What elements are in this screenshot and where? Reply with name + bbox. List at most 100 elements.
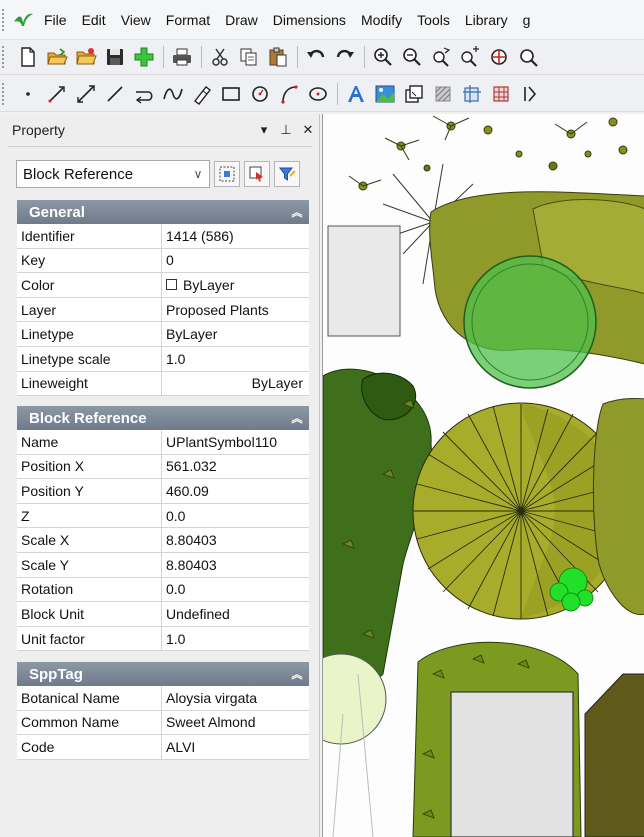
collapse-icon[interactable]: ︽ [285, 666, 309, 682]
cut-icon[interactable] [206, 43, 234, 71]
array-icon[interactable] [487, 80, 515, 108]
pick-object-icon [249, 166, 263, 182]
zoom-realtime-icon[interactable] [427, 43, 455, 71]
zoom-in-icon[interactable] [369, 43, 397, 71]
property-value[interactable]: 8.80403 [162, 528, 309, 552]
panel-dropdown-icon[interactable]: ▾ [253, 122, 275, 138]
open-folder-icon[interactable] [72, 43, 100, 71]
property-value[interactable]: 0.0 [162, 578, 309, 602]
property-value[interactable]: 1.0 [162, 627, 309, 651]
property-name: Position Y [17, 479, 162, 503]
redo-icon[interactable] [331, 43, 359, 71]
property-name: Identifier [17, 224, 162, 248]
undo-icon[interactable] [302, 43, 330, 71]
drawing-canvas[interactable] [322, 114, 644, 837]
menu-overflow[interactable]: g [523, 12, 531, 28]
open-icon[interactable] [43, 43, 71, 71]
app-logo-icon [14, 13, 33, 26]
hatch-icon[interactable] [429, 80, 457, 108]
color-value[interactable]: ByLayer [162, 273, 309, 297]
select-objects-button[interactable] [214, 161, 240, 187]
block-icon[interactable] [400, 80, 428, 108]
property-value[interactable]: 1414 (586) [162, 224, 309, 248]
property-value[interactable]: 8.80403 [162, 553, 309, 577]
trim-icon[interactable] [458, 80, 486, 108]
menu-library[interactable]: Library [465, 12, 508, 28]
property-row: Lineweight ByLayer [17, 371, 309, 397]
zoom-extents-icon[interactable] [485, 43, 513, 71]
block-reference-section-header[interactable]: Block Reference ︽ [17, 406, 309, 430]
property-name: Block Unit [17, 602, 162, 626]
line-icon[interactable] [101, 80, 129, 108]
pin-icon[interactable]: ⊥ [275, 122, 297, 138]
property-value[interactable]: 0.0 [162, 504, 309, 528]
property-value[interactable]: ALVI [162, 735, 309, 759]
print-icon[interactable] [168, 43, 196, 71]
chevron-down-icon: ∨ [193, 167, 203, 181]
collapse-icon[interactable]: ︽ [285, 410, 309, 426]
zoom-out-icon[interactable] [398, 43, 426, 71]
menu-draw[interactable]: Draw [225, 12, 258, 28]
save-icon[interactable] [101, 43, 129, 71]
property-name: Linetype [17, 322, 162, 346]
toolbar-grip[interactable] [2, 46, 10, 68]
quick-select-button[interactable] [274, 161, 300, 187]
text-icon[interactable] [342, 80, 370, 108]
property-value[interactable]: 1.0 [162, 347, 309, 371]
color-swatch [166, 279, 177, 291]
collapse-icon[interactable]: ︽ [285, 204, 309, 220]
menu-format[interactable]: Format [166, 12, 210, 28]
more-icon[interactable] [516, 80, 544, 108]
entity-type-value: Block Reference [23, 165, 134, 183]
new-icon[interactable] [14, 43, 42, 71]
property-value[interactable]: 460.09 [162, 479, 309, 503]
spptag-section-header[interactable]: SppTag ︽ [17, 662, 309, 686]
arc-icon[interactable] [275, 80, 303, 108]
standard-toolbar [0, 40, 644, 75]
block-reference-section: Block Reference ︽ Name UPlantSymbol110 Po… [17, 406, 309, 652]
copy-icon[interactable] [235, 43, 263, 71]
property-value[interactable]: ByLayer [162, 372, 309, 396]
menu-dimensions[interactable]: Dimensions [273, 12, 346, 28]
circle-icon[interactable] [246, 80, 274, 108]
property-row: Position Y 460.09 [17, 479, 309, 504]
zoom-window-icon[interactable] [456, 43, 484, 71]
paste-icon[interactable] [264, 43, 292, 71]
polyline-icon[interactable] [130, 80, 158, 108]
property-row: Identifier 1414 (586) [17, 224, 309, 249]
entity-type-select[interactable]: Block Reference ∨ [16, 160, 210, 188]
menu-tools[interactable]: Tools [417, 12, 450, 28]
property-value[interactable]: Proposed Plants [162, 298, 309, 322]
property-value[interactable]: 0 [162, 249, 309, 273]
spline-icon[interactable] [159, 80, 187, 108]
property-value[interactable]: Sweet Almond [162, 711, 309, 735]
point-icon[interactable] [14, 80, 42, 108]
menu-view[interactable]: View [121, 12, 151, 28]
property-name: Color [17, 273, 162, 297]
menu-edit[interactable]: Edit [82, 12, 106, 28]
zoom-previous-icon[interactable] [514, 43, 542, 71]
property-value[interactable]: Aloysia virgata [162, 686, 309, 710]
property-panel: Property ▾ ⊥ ✕ Block Reference ∨ General… [0, 114, 320, 837]
property-name: Unit factor [17, 626, 162, 651]
general-section-header[interactable]: General ︽ [17, 200, 309, 224]
menu-modify[interactable]: Modify [361, 12, 402, 28]
menu-file[interactable]: File [44, 12, 67, 28]
ellipse-icon[interactable] [188, 80, 216, 108]
menubar-grip[interactable] [2, 8, 12, 31]
add-icon[interactable] [130, 43, 158, 71]
ray-icon[interactable] [43, 80, 71, 108]
close-icon[interactable]: ✕ [297, 122, 319, 138]
ellipse-center-icon[interactable] [304, 80, 332, 108]
pick-object-button[interactable] [244, 161, 270, 187]
property-value[interactable]: ByLayer [162, 322, 309, 346]
property-name: Lineweight [17, 371, 162, 396]
property-value[interactable]: Undefined [162, 602, 309, 626]
property-value[interactable]: 561.032 [162, 455, 309, 479]
toolbar-grip[interactable] [2, 83, 10, 105]
rectangle-icon[interactable] [217, 80, 245, 108]
property-name: Rotation [17, 577, 162, 602]
property-value[interactable]: UPlantSymbol110 [162, 430, 309, 454]
construction-line-icon[interactable] [72, 80, 100, 108]
image-icon[interactable] [371, 80, 399, 108]
